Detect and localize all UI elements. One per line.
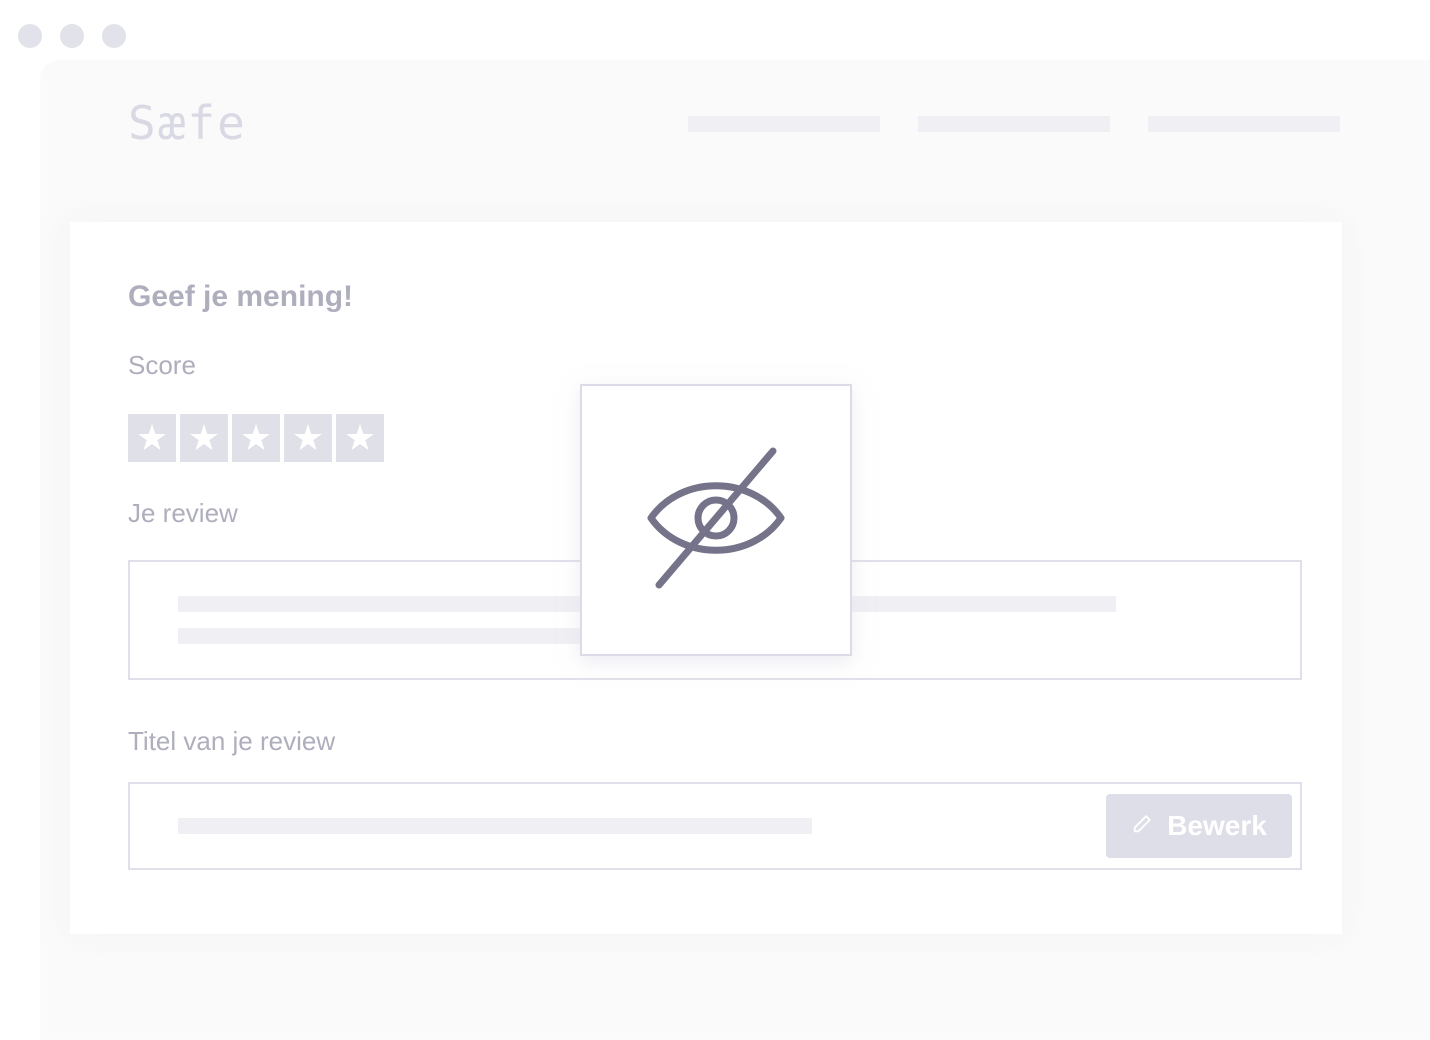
star-2[interactable]: ★ xyxy=(180,414,228,462)
window-maximize-dot[interactable] xyxy=(102,24,126,48)
nav-item-placeholder-3[interactable] xyxy=(1148,116,1340,132)
window-controls xyxy=(18,24,126,48)
star-icon: ★ xyxy=(239,417,273,458)
pencil-icon xyxy=(1131,810,1153,842)
star-icon: ★ xyxy=(291,417,325,458)
star-4[interactable]: ★ xyxy=(284,414,332,462)
window-minimize-dot[interactable] xyxy=(60,24,84,48)
form-heading: Geef je mening! xyxy=(128,280,354,313)
star-icon: ★ xyxy=(343,417,377,458)
review-label: Je review xyxy=(128,498,238,528)
star-rating: ★ ★ ★ ★ ★ xyxy=(128,414,384,462)
star-3[interactable]: ★ xyxy=(232,414,280,462)
review-text-placeholder-line-2 xyxy=(178,628,598,644)
score-label: Score xyxy=(128,350,196,380)
star-5[interactable]: ★ xyxy=(336,414,384,462)
review-title-input[interactable]: Bewerk xyxy=(128,782,1302,870)
top-navigation xyxy=(688,116,1340,132)
star-icon: ★ xyxy=(135,417,169,458)
review-title-label: Titel van je review xyxy=(128,726,336,756)
title-text-placeholder-line xyxy=(178,818,812,834)
app-window: Sæfe Geef je mening! Score ★ ★ ★ ★ ★ Je … xyxy=(0,0,1430,1040)
star-1[interactable]: ★ xyxy=(128,414,176,462)
edit-button[interactable]: Bewerk xyxy=(1106,794,1292,858)
brand-logo[interactable]: Sæfe xyxy=(128,96,247,150)
nav-item-placeholder-1[interactable] xyxy=(688,116,880,132)
edit-button-label: Bewerk xyxy=(1167,810,1267,841)
window-close-dot[interactable] xyxy=(18,24,42,48)
privacy-overlay xyxy=(580,384,852,656)
nav-item-placeholder-2[interactable] xyxy=(918,116,1110,132)
star-icon: ★ xyxy=(187,417,221,458)
eye-slash-icon xyxy=(641,443,791,598)
